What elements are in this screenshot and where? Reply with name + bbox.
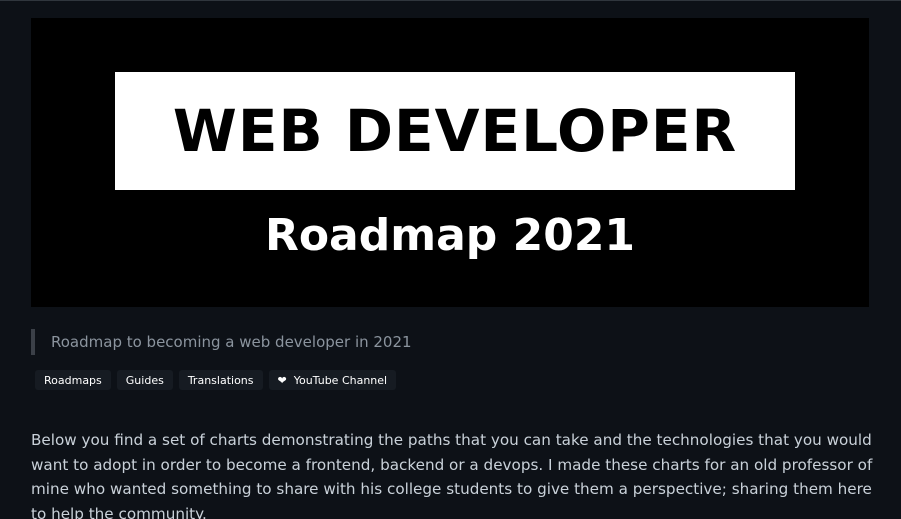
description-paragraph: Below you find a set of charts demonstra… <box>31 431 873 519</box>
link-bar: Roadmaps Guides Translations ❤ YouTube C… <box>35 370 397 390</box>
guides-link[interactable]: Guides <box>116 370 173 390</box>
readme-page: WEB DEVELOPER Roadmap 2021 Roadmap to be… <box>0 0 901 519</box>
roadmaps-link[interactable]: Roadmaps <box>35 370 111 390</box>
roadmaps-link-label: Roadmaps <box>44 373 102 387</box>
banner-title: WEB DEVELOPER <box>172 97 738 165</box>
heart-icon: ❤ <box>277 373 287 387</box>
banner-subtitle: Roadmap 2021 <box>264 210 636 261</box>
banner-title-box: WEB DEVELOPER <box>115 72 795 190</box>
youtube-channel-link[interactable]: ❤ YouTube Channel <box>268 370 397 390</box>
translations-link-label: Translations <box>187 373 254 387</box>
guides-link-label: Guides <box>125 373 164 387</box>
translations-link[interactable]: Translations <box>178 370 263 390</box>
youtube-channel-link-label: YouTube Channel <box>293 373 388 387</box>
tagline-text: Roadmap to becoming a web developer in 2… <box>51 333 412 351</box>
roadmap-banner-image: WEB DEVELOPER Roadmap 2021 <box>31 18 869 307</box>
tagline-blockquote: Roadmap to becoming a web developer in 2… <box>31 329 412 355</box>
